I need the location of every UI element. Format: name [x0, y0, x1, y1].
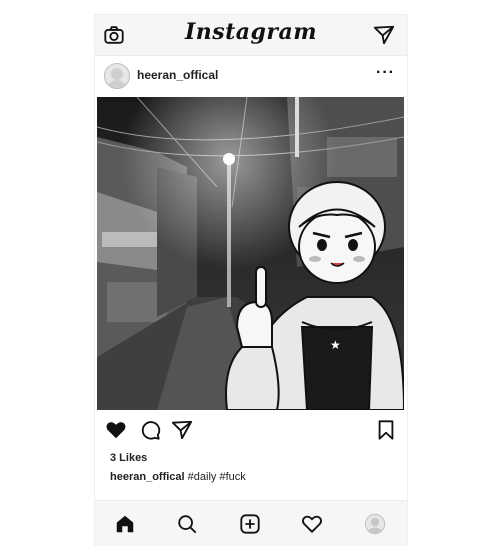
instagram-post-screen: Instagram heeran_offical ··· ★ 3 Likes h… — [95, 15, 407, 546]
comment-icon[interactable] — [139, 419, 161, 441]
profile-avatar-icon[interactable] — [364, 513, 386, 535]
send-icon[interactable] — [373, 24, 395, 46]
avatar[interactable] — [104, 63, 130, 89]
svg-text:★: ★ — [330, 338, 341, 352]
post-header: heeran_offical ··· — [95, 60, 407, 94]
add-post-icon[interactable] — [239, 513, 261, 535]
activity-heart-icon[interactable] — [301, 513, 323, 535]
home-icon[interactable] — [114, 513, 136, 535]
app-logo: Instagram — [184, 19, 318, 45]
more-options-icon[interactable]: ··· — [376, 64, 395, 82]
post-actions — [95, 415, 407, 445]
search-icon[interactable] — [176, 513, 198, 535]
post-username[interactable]: heeran_offical — [137, 68, 218, 82]
bottom-nav — [95, 500, 407, 546]
share-icon[interactable] — [171, 419, 193, 441]
post-caption: heeran_offical #daily #fuck — [110, 471, 246, 483]
post-photo: ★ — [97, 97, 404, 410]
caption-text: #daily #fuck — [187, 471, 246, 483]
heart-icon[interactable] — [105, 419, 127, 441]
bookmark-icon[interactable] — [375, 419, 397, 441]
caption-username[interactable]: heeran_offical — [110, 471, 185, 483]
top-bar: Instagram — [95, 15, 407, 56]
avatar-placeholder-icon — [107, 68, 127, 88]
likes-count[interactable]: 3 Likes — [110, 452, 147, 464]
